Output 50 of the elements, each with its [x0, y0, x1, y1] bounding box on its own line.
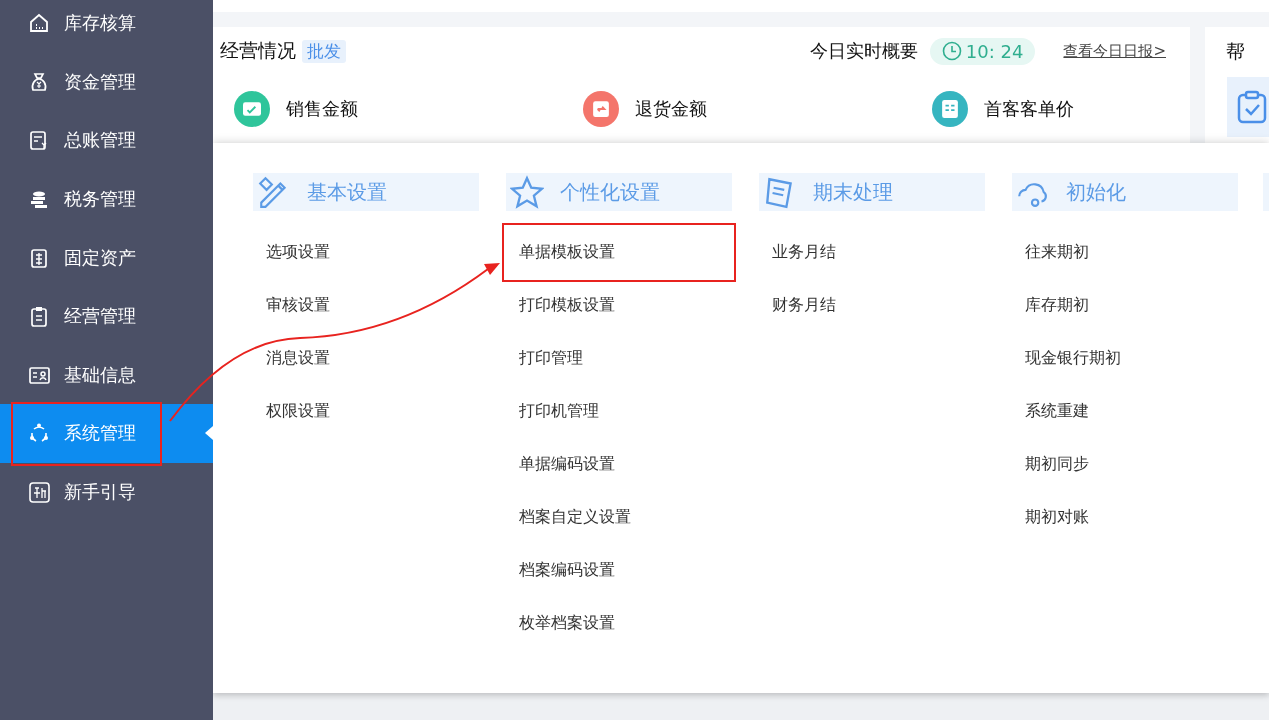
column-title: 基本设置	[307, 178, 387, 206]
metric-label: 退货金额	[635, 97, 707, 121]
menu-item[interactable]: 财务月结	[759, 279, 985, 332]
sidebar-item[interactable]: 税务管理	[0, 169, 213, 229]
menu-item[interactable]: 打印管理	[506, 332, 732, 385]
menu-item[interactable]: 档案编码设置	[506, 544, 732, 597]
menu-item[interactable]: 档案自定义设置	[506, 491, 732, 544]
summary-label: 今日实时概要	[809, 39, 918, 63]
sidebar-item[interactable]: 经营管理	[0, 286, 213, 346]
daily-report-link[interactable]: 查看今日日报>	[1063, 41, 1166, 61]
time-badge: 10: 24	[929, 37, 1036, 65]
column-title: 期末处理	[813, 178, 893, 206]
sidebar-item[interactable]: 固定资产	[0, 228, 213, 287]
sidebar-item[interactable]: 库存核算	[0, 0, 213, 53]
cycle-dots-icon	[28, 422, 50, 445]
help-tile[interactable]	[1227, 77, 1269, 137]
clipboard-icon	[28, 305, 50, 328]
menu-item[interactable]: 现金银行期初	[1012, 332, 1238, 385]
menu-item[interactable]: 库存期初	[1012, 279, 1238, 332]
menu-item[interactable]: 选项设置	[253, 226, 479, 279]
menu-item[interactable]: 枚举档案设置	[506, 597, 732, 650]
menu-item[interactable]: 单据编码设置	[506, 438, 732, 491]
business-type-tag: 批发	[302, 39, 346, 63]
column-title: 个性化设置	[560, 178, 660, 206]
menu-item[interactable]: 期初同步	[1012, 438, 1238, 491]
menu-item[interactable]: 期初对账	[1012, 491, 1238, 544]
menu-item[interactable]: 权限设置	[253, 385, 479, 438]
star-icon	[510, 175, 544, 209]
section-title: 经营情况	[220, 38, 296, 63]
warehouse-icon	[28, 12, 50, 35]
sidebar-item[interactable]: 资金管理	[0, 52, 213, 112]
metric-label: 首客客单价	[984, 97, 1074, 121]
menu-item[interactable]: 消息设置	[253, 332, 479, 385]
help-title: 帮	[1225, 39, 1246, 64]
column-title: 初始化	[1066, 178, 1126, 206]
new-badge-icon	[28, 481, 50, 504]
menu-item[interactable]: 审核设置	[253, 279, 479, 332]
menu-item[interactable]: 打印机管理	[506, 385, 732, 438]
menu-item[interactable]: 业务月结	[759, 226, 985, 279]
metric-label: 销售金额	[286, 97, 358, 121]
menu-item[interactable]: 打印模板设置	[506, 279, 732, 332]
building-icon	[28, 246, 50, 269]
menu-item[interactable]: 系统重建	[1012, 385, 1238, 438]
sidebar-item[interactable]: 总账管理	[0, 111, 213, 170]
sidebar-item[interactable]: 基础信息	[0, 345, 213, 405]
menu-item[interactable]: 单据模板设置	[506, 226, 732, 279]
clock-icon	[941, 41, 962, 61]
menu-item[interactable]: 往来期初	[1012, 226, 1238, 279]
sidebar-item[interactable]: 新手引导	[0, 462, 213, 522]
clipboard-check-icon	[1237, 90, 1267, 124]
